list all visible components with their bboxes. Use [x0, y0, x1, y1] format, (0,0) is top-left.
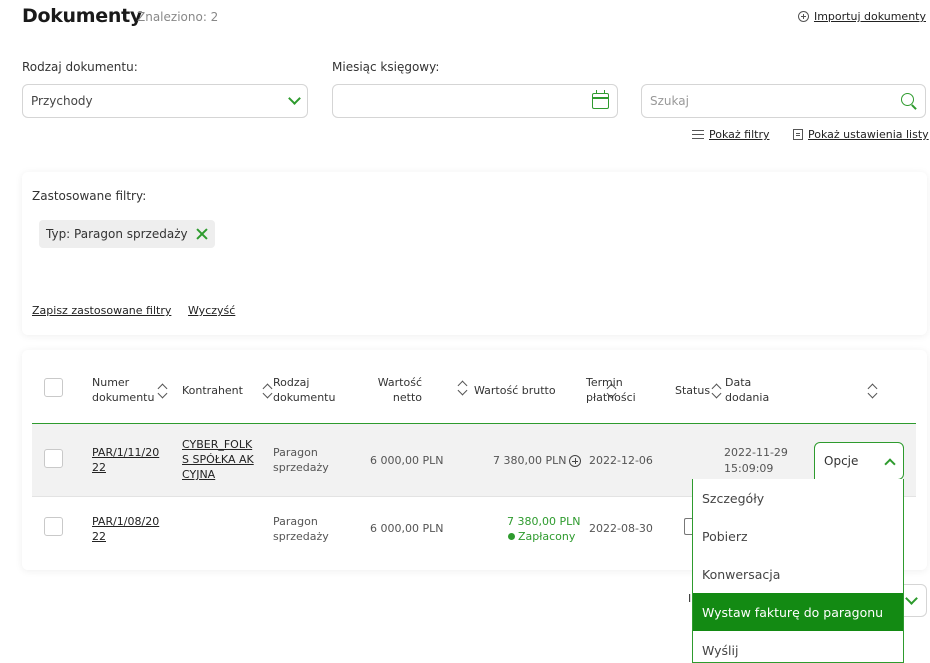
- col-header-added[interactable]: Data dodania: [725, 375, 775, 405]
- calendar-icon[interactable]: [592, 90, 609, 109]
- import-documents-label[interactable]: Importuj dokumenty: [814, 10, 926, 23]
- paid-status: Zapłacony: [508, 529, 575, 544]
- paid-label: Zapłacony: [518, 530, 576, 543]
- show-filters-label[interactable]: Pokaż filtry: [709, 128, 770, 141]
- sort-icon[interactable]: [457, 380, 469, 396]
- pagination-label: I: [688, 592, 692, 605]
- col-header-contractor[interactable]: Kontrahent: [182, 383, 243, 398]
- search-placeholder: Szukaj: [650, 94, 689, 108]
- gross-value: 7 380,00 PLN: [507, 515, 581, 528]
- added-date: 2022-11-29: [724, 446, 788, 459]
- menu-item-conversation[interactable]: Konwersacja: [693, 555, 903, 593]
- col-header-number[interactable]: Numer dokumentu: [92, 375, 156, 405]
- menu-item-download[interactable]: Pobierz: [693, 517, 903, 555]
- added-time: 15:09:09: [724, 462, 774, 475]
- options-button[interactable]: Opcje: [814, 442, 904, 480]
- chevron-down-icon: [904, 591, 918, 605]
- col-header-type: Rodzaj dokumentu: [273, 376, 336, 404]
- search-icon[interactable]: [901, 93, 917, 109]
- gross-value: 7 380,00 PLN: [493, 454, 567, 467]
- search-input[interactable]: Szukaj: [641, 84, 926, 118]
- col-header-due[interactable]: Termin płatności: [586, 375, 638, 405]
- document-number-link[interactable]: PAR/1/08/2022: [92, 514, 164, 544]
- menu-item-issue-invoice[interactable]: Wystaw fakturę do paragonu: [693, 593, 903, 631]
- show-filters-link[interactable]: Pokaż filtry: [692, 128, 770, 141]
- menu-item-details[interactable]: Szczegóły: [693, 479, 903, 517]
- document-type: Paragon sprzedaży: [273, 446, 329, 474]
- month-input[interactable]: [332, 84, 618, 118]
- sort-icon[interactable]: [867, 383, 879, 399]
- results-count: Znaleziono: 2: [137, 10, 219, 24]
- select-all-checkbox[interactable]: [44, 378, 63, 397]
- filter-chip-label: Typ: Paragon sprzedaży: [46, 227, 188, 241]
- due-date: 2022-08-30: [589, 522, 653, 535]
- row-checkbox[interactable]: [44, 449, 63, 468]
- document-type: Paragon sprzedaży: [273, 515, 329, 543]
- import-documents-link[interactable]: Importuj dokumenty: [797, 10, 926, 23]
- net-value: 6 000,00 PLN: [370, 454, 444, 467]
- applied-filters-label: Zastosowane filtry:: [32, 189, 147, 203]
- doc-type-value: Przychody: [31, 94, 93, 108]
- save-filters-link[interactable]: Zapisz zastosowane filtry: [32, 304, 171, 317]
- filter-sliders-icon: [692, 129, 704, 140]
- col-header-net[interactable]: Wartość netto: [372, 375, 422, 405]
- show-list-settings-link[interactable]: Pokaż ustawienia listy: [793, 128, 929, 141]
- page-title: Dokumenty: [22, 5, 142, 27]
- row-checkbox[interactable]: [44, 517, 63, 536]
- close-icon[interactable]: [196, 228, 208, 240]
- col-header-status: Status: [675, 384, 711, 397]
- list-settings-icon: [793, 129, 803, 140]
- month-label: Miesiąc księgowy:: [332, 60, 440, 74]
- net-value: 6 000,00 PLN: [370, 522, 444, 535]
- filter-chip[interactable]: Typ: Paragon sprzedaży: [39, 220, 215, 248]
- plus-circle-icon: [797, 11, 809, 22]
- chevron-up-icon: [884, 457, 896, 470]
- options-menu: Szczegóły Pobierz Konwersacja Wystaw fak…: [692, 479, 904, 663]
- col-header-gross[interactable]: Wartość brutto: [474, 383, 556, 398]
- sort-icon[interactable]: [711, 383, 723, 399]
- doc-type-select[interactable]: Przychody: [22, 84, 308, 118]
- status-dot-icon: [508, 533, 515, 540]
- clear-filters-link[interactable]: Wyczyść: [188, 304, 235, 317]
- document-number-link[interactable]: PAR/1/11/2022: [92, 445, 164, 475]
- plus-circle-icon[interactable]: [569, 454, 582, 467]
- chevron-down-icon: [288, 92, 301, 105]
- doc-type-label: Rodzaj dokumentu:: [22, 60, 138, 74]
- menu-item-send[interactable]: Wyślij: [693, 631, 903, 663]
- show-list-settings-label[interactable]: Pokaż ustawienia listy: [808, 128, 929, 141]
- contractor-link[interactable]: CYBER_FOLKS SPÓŁKA AKCYJNA: [182, 437, 256, 482]
- gross-value-cell: 7 380,00 PLN: [493, 453, 582, 468]
- options-button-label: Opcje: [824, 454, 859, 468]
- due-date: 2022-12-06: [589, 454, 653, 467]
- sort-icon[interactable]: [157, 383, 169, 399]
